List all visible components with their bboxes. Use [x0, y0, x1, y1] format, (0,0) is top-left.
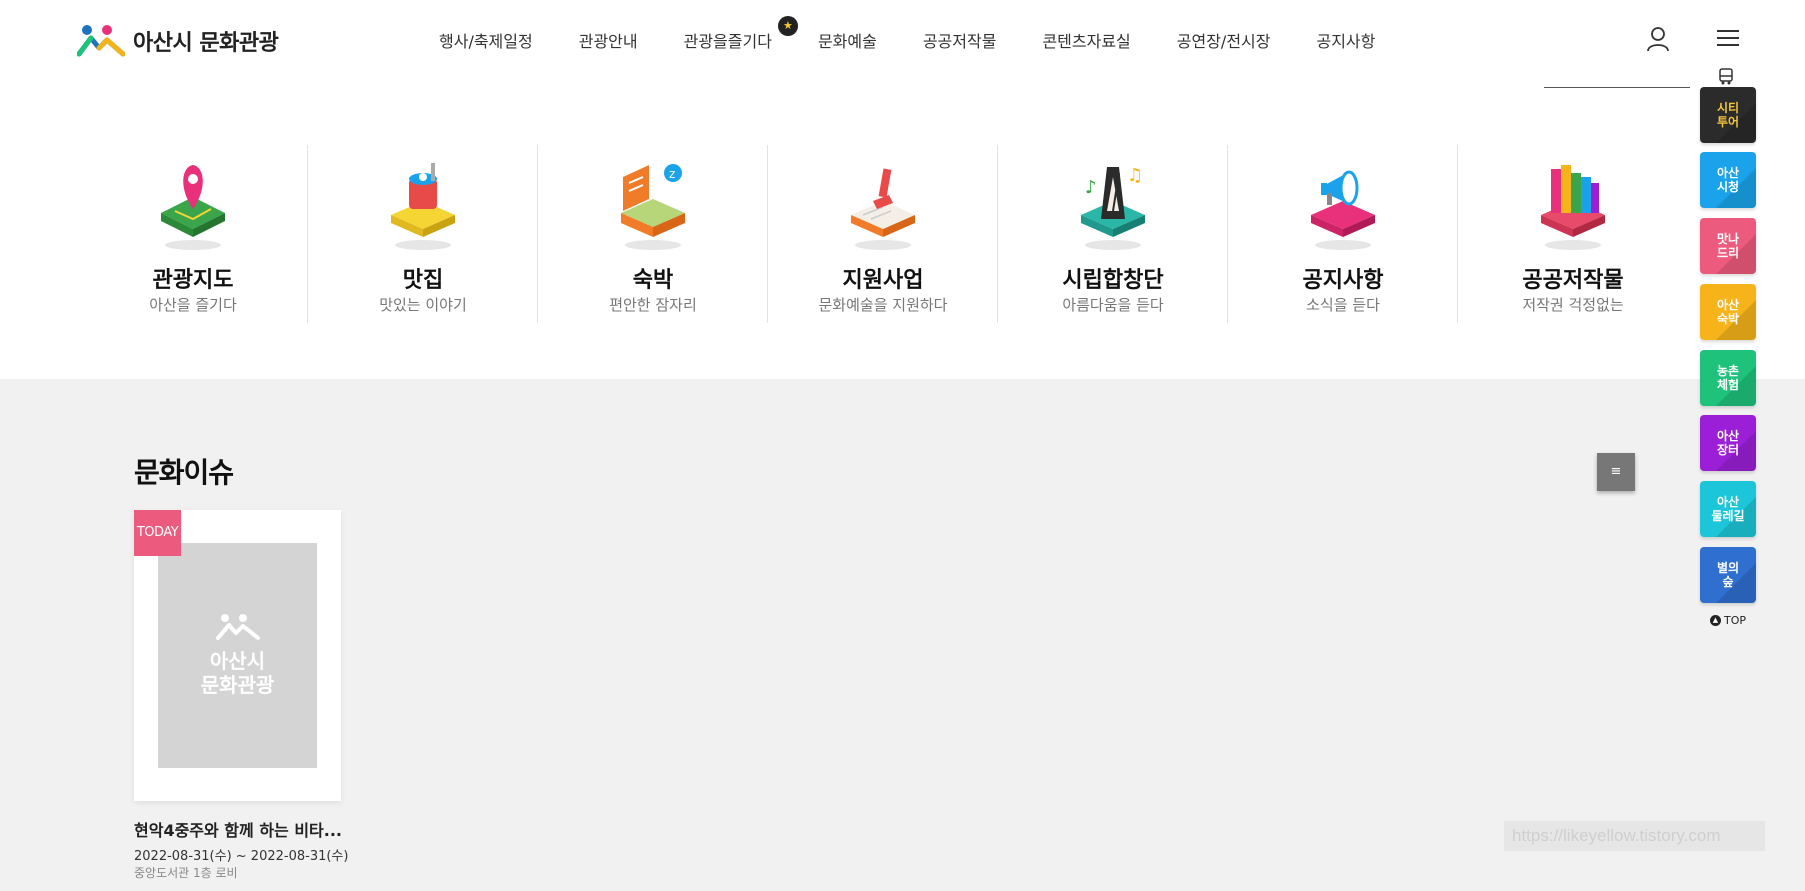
- nav-venues[interactable]: 공연장/전시장: [1177, 28, 1271, 52]
- nav-content-library[interactable]: 콘텐츠자료실: [1042, 28, 1130, 52]
- book-icon: [851, 168, 915, 250]
- sidebar-tile-market[interactable]: 아산 장터: [1700, 415, 1756, 471]
- megaphone-icon: [1311, 170, 1375, 250]
- quick-link-public-works[interactable]: 공공저작물 저작권 걱정없는: [1458, 145, 1688, 323]
- main-nav: 행사/축제일정 관광안내 관광을즐기다 ★ 문화예술 공공저작물 콘텐츠자료실 공…: [439, 16, 1421, 52]
- watermark-url: https://likeyellow.tistory.com: [1504, 821, 1765, 851]
- nav-tour-guide[interactable]: 관광안내: [579, 28, 638, 52]
- nav-notice[interactable]: 공지사항: [1316, 28, 1375, 52]
- sidebar-tile-label: 별의 숲: [1716, 561, 1740, 589]
- more-list-button[interactable]: ≡: [1597, 453, 1635, 491]
- hamburger-line: [1717, 30, 1739, 32]
- sidebar-tile-label: 아산 둘레길: [1711, 495, 1745, 523]
- quick-link-subtitle: 소식을 듣다: [1306, 296, 1380, 314]
- quick-link-subtitle: 아산을 즐기다: [149, 296, 237, 314]
- hamburger-icon[interactable]: [1717, 30, 1739, 48]
- event-thumbnail: 아산시 문화관광: [158, 543, 317, 768]
- nav-public-works[interactable]: 공공저작물: [923, 28, 997, 52]
- quick-link-title: 지원사업: [842, 268, 924, 293]
- quick-link-title: 맛집: [402, 268, 444, 293]
- culture-issue-section: 문화이슈 ≡ 아산시 문화관광 TODAY 현악4중주와 함께 하는 비타...…: [0, 379, 1805, 891]
- quick-link-tour-map[interactable]: 관광지도 아산을 즐기다: [78, 145, 308, 323]
- logo-mark-icon: [77, 25, 125, 57]
- hamburger-line: [1717, 37, 1739, 39]
- sidebar-tile-city-hall[interactable]: 아산 시청: [1700, 152, 1756, 208]
- quick-link-title: 공지사항: [1302, 268, 1384, 293]
- svg-text:z: z: [669, 167, 675, 181]
- sidebar-tile-label: 아산 시청: [1716, 166, 1740, 194]
- map-pin-icon: [161, 165, 225, 250]
- sidebar-tile-star-forest[interactable]: 별의 숲: [1700, 547, 1756, 603]
- event-card[interactable]: 아산시 문화관광 TODAY: [134, 510, 341, 801]
- sidebar-tile-label: 아산 장터: [1716, 429, 1740, 457]
- site-logo[interactable]: 아산시 문화관광: [77, 24, 279, 58]
- nav-enjoy[interactable]: 관광을즐기다 ★: [683, 16, 798, 52]
- thumbnail-line-2: 문화관광: [200, 673, 275, 697]
- sidebar-tile-label: 농촌 체험: [1716, 364, 1740, 392]
- svg-text:♪: ♪: [1085, 177, 1097, 198]
- bus-icon: [1719, 68, 1733, 85]
- nav-enjoy-label: 관광을즐기다: [683, 32, 772, 51]
- scroll-top-button[interactable]: ▲ TOP: [1700, 614, 1756, 627]
- arrow-up-icon: ▲: [1709, 615, 1721, 626]
- quick-link-support[interactable]: 지원사업 문화예술을 지원하다: [768, 145, 998, 323]
- thumbnail-placeholder-text: 아산시 문화관광: [158, 649, 317, 697]
- search-underline: [1544, 87, 1690, 88]
- sidebar-tile-label: 시티 투어: [1716, 101, 1740, 129]
- quick-link-title: 공공저작물: [1522, 268, 1624, 293]
- sidebar-tile-restaurants[interactable]: 맛나 드리: [1700, 218, 1756, 274]
- metronome-icon: ♪ ♫: [1081, 165, 1145, 250]
- sidebar-tile-trail[interactable]: 아산 둘레길: [1700, 481, 1756, 537]
- quick-link-subtitle: 문화예술을 지원하다: [818, 296, 948, 314]
- quick-link-notice[interactable]: 공지사항 소식을 듣다: [1228, 145, 1458, 323]
- star-badge-icon: ★: [777, 16, 798, 36]
- hamburger-line: [1717, 44, 1739, 46]
- event-title[interactable]: 현악4중주와 함께 하는 비타...: [134, 817, 342, 841]
- books-icon: [1541, 165, 1605, 250]
- svg-text:♫: ♫: [1127, 165, 1143, 186]
- quick-link-subtitle: 맛있는 이야기: [379, 296, 467, 314]
- sidebar-tile-city-tour[interactable]: 시티 투어: [1700, 87, 1756, 143]
- nav-culture-art[interactable]: 문화예술: [818, 28, 877, 52]
- sidebar-tile-lodging[interactable]: 아산 숙박: [1700, 284, 1756, 340]
- quick-link-subtitle: 저작권 걱정없는: [1522, 296, 1624, 314]
- sidebar-tile-farm-experience[interactable]: 농촌 체험: [1700, 350, 1756, 406]
- logo-mark-icon: [216, 614, 260, 640]
- sidebar-tile-label: 맛나 드리: [1716, 232, 1740, 260]
- section-title: 문화이슈: [134, 456, 234, 489]
- quick-link-restaurants[interactable]: 맛집 맛있는 이야기: [308, 145, 538, 323]
- quick-link-title: 숙박: [632, 268, 674, 293]
- sidebar-tile-label: 아산 숙박: [1716, 298, 1740, 326]
- thumbnail-line-1: 아산시: [209, 649, 266, 673]
- site-header: 아산시 문화관광 행사/축제일정 관광안내 관광을즐기다 ★ 문화예술 공공저작물…: [0, 0, 1805, 80]
- nav-events[interactable]: 행사/축제일정: [439, 28, 533, 52]
- user-icon[interactable]: [1646, 26, 1670, 52]
- quick-link-title: 시립합창단: [1062, 268, 1164, 293]
- logo-text: 아산시 문화관광: [133, 31, 279, 56]
- quick-link-subtitle: 편안한 잠자리: [609, 296, 697, 314]
- food-icon: [391, 163, 455, 250]
- today-badge: TODAY: [134, 510, 181, 556]
- quick-link-subtitle: 아름다움을 듣다: [1062, 296, 1164, 314]
- quick-link-choir[interactable]: ♪ ♫ 시립합창단 아름다움을 듣다: [998, 145, 1228, 323]
- quick-link-lodging[interactable]: z 숙박 편안한 잠자리: [538, 145, 768, 323]
- event-date: 2022-08-31(수) ~ 2022-08-31(수): [134, 849, 349, 864]
- scroll-top-label: TOP: [1723, 614, 1746, 627]
- quick-link-title: 관광지도: [152, 268, 234, 293]
- quick-links: 관광지도 아산을 즐기다 맛집 맛있는 이야기 z 숙박 편안한 잠자리 지원사…: [78, 145, 1624, 323]
- bed-icon: z: [621, 164, 685, 250]
- event-place: 중앙도서관 1층 로비: [134, 866, 238, 880]
